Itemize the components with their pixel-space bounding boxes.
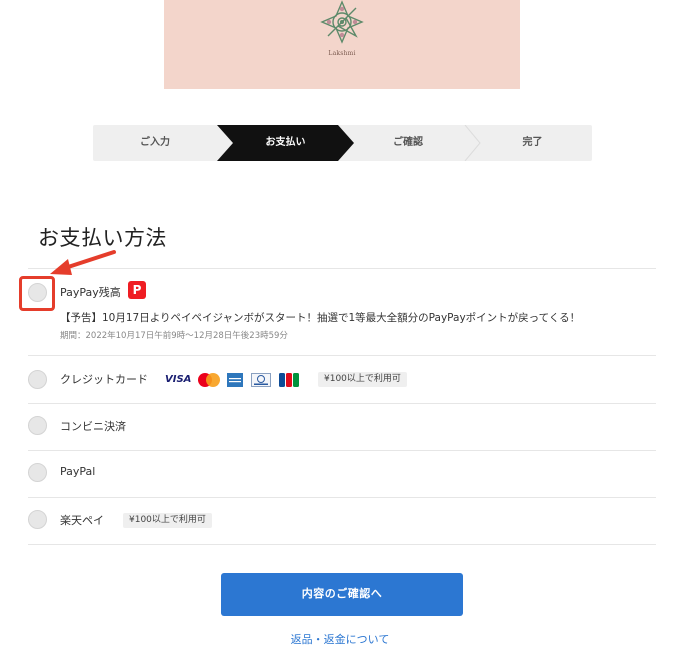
jcb-icon [279, 373, 299, 387]
option-label-convenience-store: コンビニ決済 [60, 420, 126, 433]
paypay-promo-period: 期間：2022年10月17日午前9時〜12月28日午後23時59分 [60, 331, 288, 341]
step-complete: 完了 [522, 137, 543, 148]
returns-refund-link[interactable]: 返品・返金について [0, 631, 680, 647]
mastercard-icon [198, 373, 220, 387]
step-payment: お支払い [265, 137, 306, 148]
diners-club-icon [251, 373, 271, 387]
paypay-promo-text: 【予告】10月17日よりペイペイジャンボがスタート！抽選で1等最大全額分のPay… [60, 312, 581, 324]
divider [28, 544, 656, 545]
checkout-steps: ご入力 お支払い ご確認 完了 [93, 125, 592, 161]
step-input: ご入力 [140, 137, 170, 148]
divider [28, 450, 656, 451]
min-amount-badge: ¥100以上で利用可 [318, 372, 407, 387]
option-label-credit-card: クレジットカード [60, 373, 148, 386]
radio-paypal[interactable] [28, 463, 47, 482]
divider [28, 497, 656, 498]
red-arrow-icon [50, 250, 116, 275]
brand-name: Lakshmi [328, 50, 356, 57]
radio-credit-card[interactable] [28, 370, 47, 389]
amex-icon [227, 373, 243, 387]
highlight-box [19, 276, 55, 311]
step-confirm: ご確認 [393, 137, 423, 148]
card-brands: VISA [165, 372, 305, 388]
option-label-paypay: PayPay残高 [60, 286, 121, 299]
radio-rakuten-pay[interactable] [28, 510, 47, 529]
paypay-logo-icon: P [128, 281, 146, 299]
option-label-paypal: PayPal [60, 465, 96, 478]
mandala-logo-icon [320, 0, 364, 44]
option-label-rakuten-pay: 楽天ペイ [60, 514, 104, 527]
shop-banner: Lakshmi [164, 0, 520, 89]
divider [28, 403, 656, 404]
proceed-to-confirm-button[interactable]: 内容のご確認へ [221, 573, 463, 616]
min-amount-badge: ¥100以上で利用可 [123, 513, 212, 528]
radio-convenience-store[interactable] [28, 416, 47, 435]
visa-icon: VISA [165, 374, 192, 385]
divider [28, 355, 656, 356]
divider [28, 268, 656, 269]
